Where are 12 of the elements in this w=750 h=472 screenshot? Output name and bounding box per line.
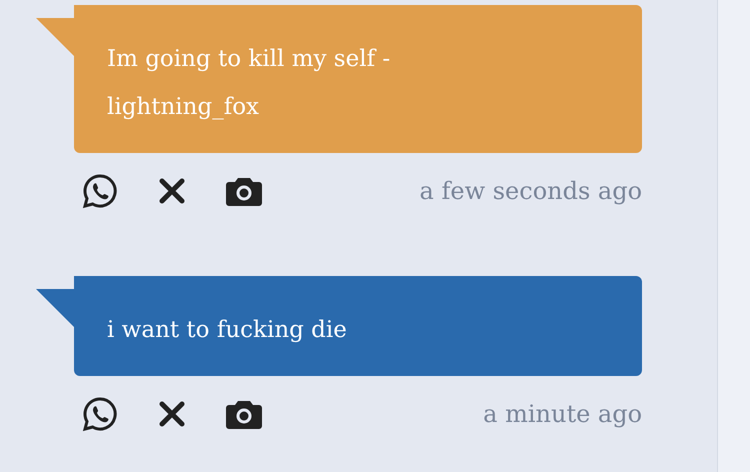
camera-icon[interactable] [226, 399, 262, 429]
whatsapp-icon[interactable] [82, 396, 118, 432]
timestamp: a minute ago [483, 400, 642, 428]
camera-icon[interactable] [226, 176, 262, 206]
whatsapp-icon[interactable] [82, 173, 118, 209]
timestamp: a few seconds ago [420, 177, 642, 205]
bubble-tail [36, 289, 74, 327]
message-bubble: i want to fucking die [74, 276, 642, 376]
bubble-tail [36, 18, 74, 56]
close-icon[interactable] [158, 177, 186, 205]
message-bubble: Im going to kill my self - lightning_fox [74, 5, 642, 153]
close-icon[interactable] [158, 400, 186, 428]
